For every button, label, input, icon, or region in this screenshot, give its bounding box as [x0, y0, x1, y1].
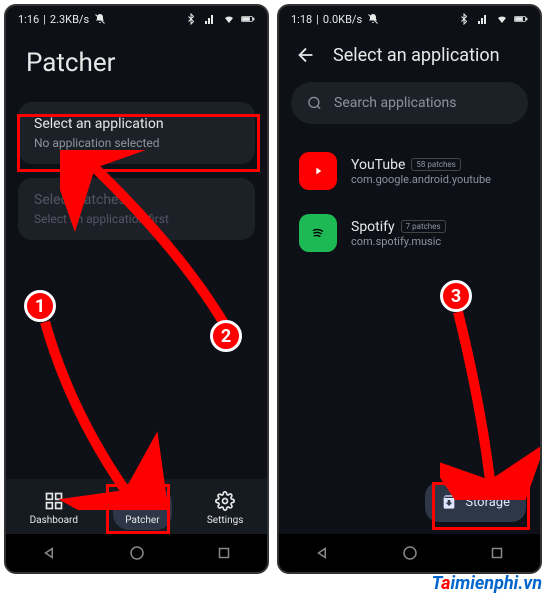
- home-button[interactable]: [128, 544, 146, 562]
- bottom-nav: Dashboard Patcher Settings: [6, 479, 267, 534]
- status-bar: 1:16 | 2.3KB/s: [6, 6, 267, 32]
- app-item-spotify[interactable]: Spotify 7 patches com.spotify.music: [279, 202, 540, 264]
- recent-button[interactable]: [488, 544, 506, 562]
- battery-icon: [514, 13, 528, 25]
- app-badge: 58 patches: [411, 158, 460, 171]
- search-icon: [307, 94, 322, 112]
- app-badge: 7 patches: [401, 220, 446, 233]
- phone-screen-right: 1:18 | 0.0KB/s Select an application: [277, 4, 542, 574]
- watermark: Taimienphi.vn: [432, 573, 542, 594]
- nav-dashboard[interactable]: Dashboard: [18, 487, 90, 530]
- storage-icon: [441, 494, 457, 510]
- phone-screen-left: 1:16 | 2.3KB/s Patcher Select an applica…: [4, 4, 269, 574]
- bluetooth-icon: [457, 13, 471, 25]
- app-package: com.spotify.music: [351, 235, 520, 248]
- back-button[interactable]: [41, 544, 59, 562]
- notification-off-icon: [366, 13, 380, 25]
- wifi-icon: [222, 13, 236, 25]
- nav-patcher[interactable]: Patcher: [113, 487, 171, 530]
- card-subtitle: Select an application first: [34, 212, 239, 226]
- search-bar[interactable]: [291, 82, 528, 124]
- bluetooth-icon: [184, 13, 198, 25]
- select-application-card[interactable]: Select an application No application sel…: [18, 102, 255, 164]
- spotify-icon: [299, 214, 337, 252]
- card-title: Select an application: [34, 116, 239, 132]
- android-nav: [279, 534, 540, 572]
- fab-label: Storage: [465, 495, 510, 510]
- back-icon[interactable]: [295, 44, 317, 66]
- annotation-badge-3: 3: [440, 280, 472, 312]
- search-input[interactable]: [334, 95, 512, 111]
- header: Select an application: [279, 32, 540, 74]
- youtube-icon: [299, 152, 337, 190]
- storage-button[interactable]: Storage: [425, 482, 526, 522]
- status-speed: 0.0KB/s: [323, 13, 362, 26]
- nav-label: Patcher: [125, 515, 159, 526]
- nav-label: Settings: [207, 515, 244, 526]
- nav-settings[interactable]: Settings: [195, 487, 256, 530]
- app-package: com.google.android.youtube: [351, 173, 520, 186]
- dashboard-icon: [44, 491, 64, 511]
- gear-icon: [215, 491, 235, 511]
- recent-button[interactable]: [215, 544, 233, 562]
- signal-icon: [476, 13, 490, 25]
- status-time: 1:18: [291, 13, 312, 26]
- android-nav: [6, 534, 267, 572]
- notification-off-icon: [93, 13, 107, 25]
- status-bar: 1:18 | 0.0KB/s: [279, 6, 540, 32]
- annotation-badge-2: 2: [210, 320, 242, 352]
- app-item-youtube[interactable]: YouTube 58 patches com.google.android.yo…: [279, 140, 540, 202]
- battery-icon: [241, 13, 255, 25]
- nav-label: Dashboard: [30, 515, 78, 526]
- page-title: Patcher: [6, 32, 267, 102]
- wrench-icon: [132, 491, 152, 511]
- app-name: YouTube: [351, 157, 405, 173]
- header-title: Select an application: [333, 45, 500, 66]
- status-speed: 2.3KB/s: [50, 13, 89, 26]
- back-button[interactable]: [314, 544, 332, 562]
- card-title: Select patches: [34, 192, 239, 208]
- annotation-badge-1: 1: [24, 290, 56, 322]
- signal-icon: [203, 13, 217, 25]
- home-button[interactable]: [401, 544, 419, 562]
- card-subtitle: No application selected: [34, 136, 239, 150]
- status-time: 1:16: [18, 13, 39, 26]
- wifi-icon: [495, 13, 509, 25]
- select-patches-card: Select patches Select an application fir…: [18, 178, 255, 240]
- app-name: Spotify: [351, 219, 395, 235]
